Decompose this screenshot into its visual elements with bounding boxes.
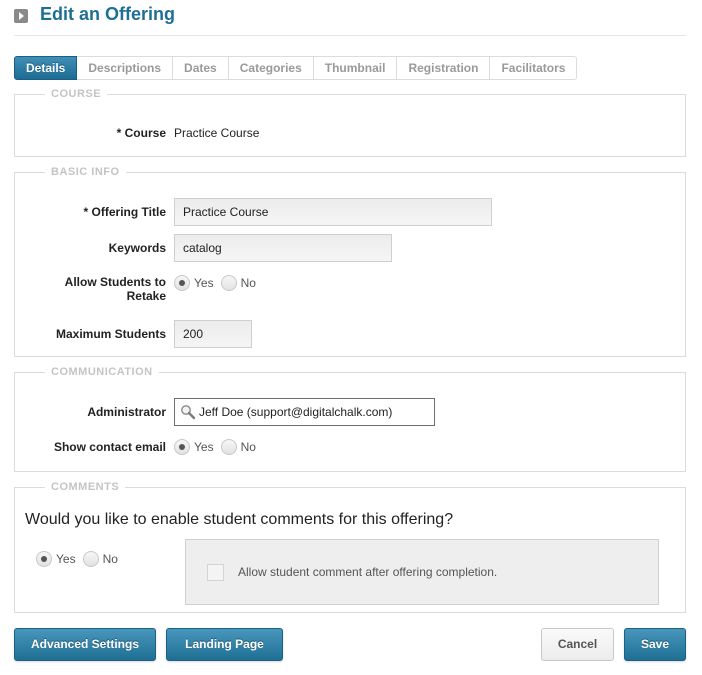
retake-row: Allow Students to Retake Yes No [15, 275, 263, 303]
show-email-label: Show contact email [53, 440, 166, 454]
keywords-row: Keywords [15, 234, 392, 262]
offering-title-row: * Offering Title [15, 198, 492, 226]
cancel-button[interactable]: Cancel [541, 628, 614, 661]
administrator-search-input[interactable]: Jeff Doe (support@digitalchalk.com) [174, 398, 435, 426]
max-students-input[interactable] [174, 320, 252, 348]
advanced-settings-button[interactable]: Advanced Settings [14, 628, 156, 661]
show-email-row: Show contact email Yes No [15, 439, 263, 455]
landing-page-button[interactable]: Landing Page [166, 628, 283, 661]
max-students-label: Maximum Students [55, 327, 166, 341]
comments-question: Would you like to enable student comment… [25, 511, 454, 528]
max-students-row: Maximum Students [15, 320, 252, 348]
communication-legend: COMMUNICATION [51, 366, 153, 378]
comments-legend: COMMENTS [51, 481, 120, 493]
retake-label-line2: Retake [126, 289, 166, 303]
page-header: Edit an Offering [14, 4, 686, 36]
allow-after-completion-checkbox[interactable] [207, 564, 224, 581]
keywords-input[interactable] [174, 234, 392, 262]
retake-no-radio[interactable] [220, 275, 237, 291]
tab-descriptions[interactable]: Descriptions [77, 56, 174, 80]
tab-details[interactable]: Details [14, 56, 78, 80]
comments-radio-row: Yes No [36, 551, 125, 567]
communication-section: COMMUNICATION Administrator Jeff Doe (su… [14, 366, 686, 472]
retake-label: Allow Students to Retake [15, 275, 174, 303]
retake-yes-label[interactable]: Yes [194, 276, 214, 290]
save-button[interactable]: Save [624, 628, 686, 661]
comments-yes-label[interactable]: Yes [56, 552, 76, 566]
show-email-yes-radio[interactable] [174, 439, 190, 455]
tab-facilitators[interactable]: Facilitators [490, 56, 578, 80]
search-icon [181, 405, 196, 420]
offering-title-label: * Offering Title [83, 205, 166, 219]
comments-section: COMMENTS Would you like to enable studen… [14, 481, 686, 613]
basic-info-section: BASIC INFO * Offering Title Keywords All… [14, 166, 686, 357]
comments-no-radio[interactable] [82, 551, 99, 567]
show-email-radio-group: Yes No [174, 439, 263, 455]
course-section: COURSE * Course Practice Course [14, 88, 686, 157]
page-title: Edit an Offering [40, 4, 175, 24]
comments-yes-radio[interactable] [36, 551, 52, 567]
keywords-label: Keywords [108, 241, 166, 255]
comments-no-label[interactable]: No [103, 552, 118, 566]
tab-categories[interactable]: Categories [228, 56, 314, 80]
comments-radio-group: Yes No [36, 551, 125, 567]
administrator-label: Administrator [87, 405, 166, 419]
play-square-icon [14, 9, 28, 23]
tab-dates[interactable]: Dates [173, 56, 229, 80]
administrator-row: Administrator Jeff Doe (support@digitalc… [15, 398, 435, 426]
administrator-value: Jeff Doe (support@digitalchalk.com) [199, 405, 393, 419]
course-legend: COURSE [51, 88, 102, 100]
tab-registration[interactable]: Registration [397, 56, 491, 80]
retake-yes-radio[interactable] [174, 275, 190, 291]
tab-bar: Details Descriptions Dates Categories Th… [14, 56, 578, 80]
offering-title-input[interactable] [174, 198, 492, 226]
comment-options-panel: Allow student comment after offering com… [185, 539, 659, 605]
show-email-yes-label[interactable]: Yes [194, 440, 214, 454]
retake-radio-group: Yes No [174, 275, 263, 291]
tab-thumbnail[interactable]: Thumbnail [313, 56, 398, 80]
basic-info-legend: BASIC INFO [51, 166, 120, 178]
show-email-no-radio[interactable] [220, 439, 237, 455]
allow-after-completion-label[interactable]: Allow student comment after offering com… [238, 565, 497, 579]
retake-no-label[interactable]: No [241, 276, 256, 290]
retake-label-line1: Allow Students to [64, 275, 166, 289]
course-row: * Course Practice Course [15, 126, 260, 140]
course-value: Practice Course [174, 126, 260, 140]
course-label: * Course [116, 126, 166, 140]
show-email-no-label[interactable]: No [241, 440, 256, 454]
